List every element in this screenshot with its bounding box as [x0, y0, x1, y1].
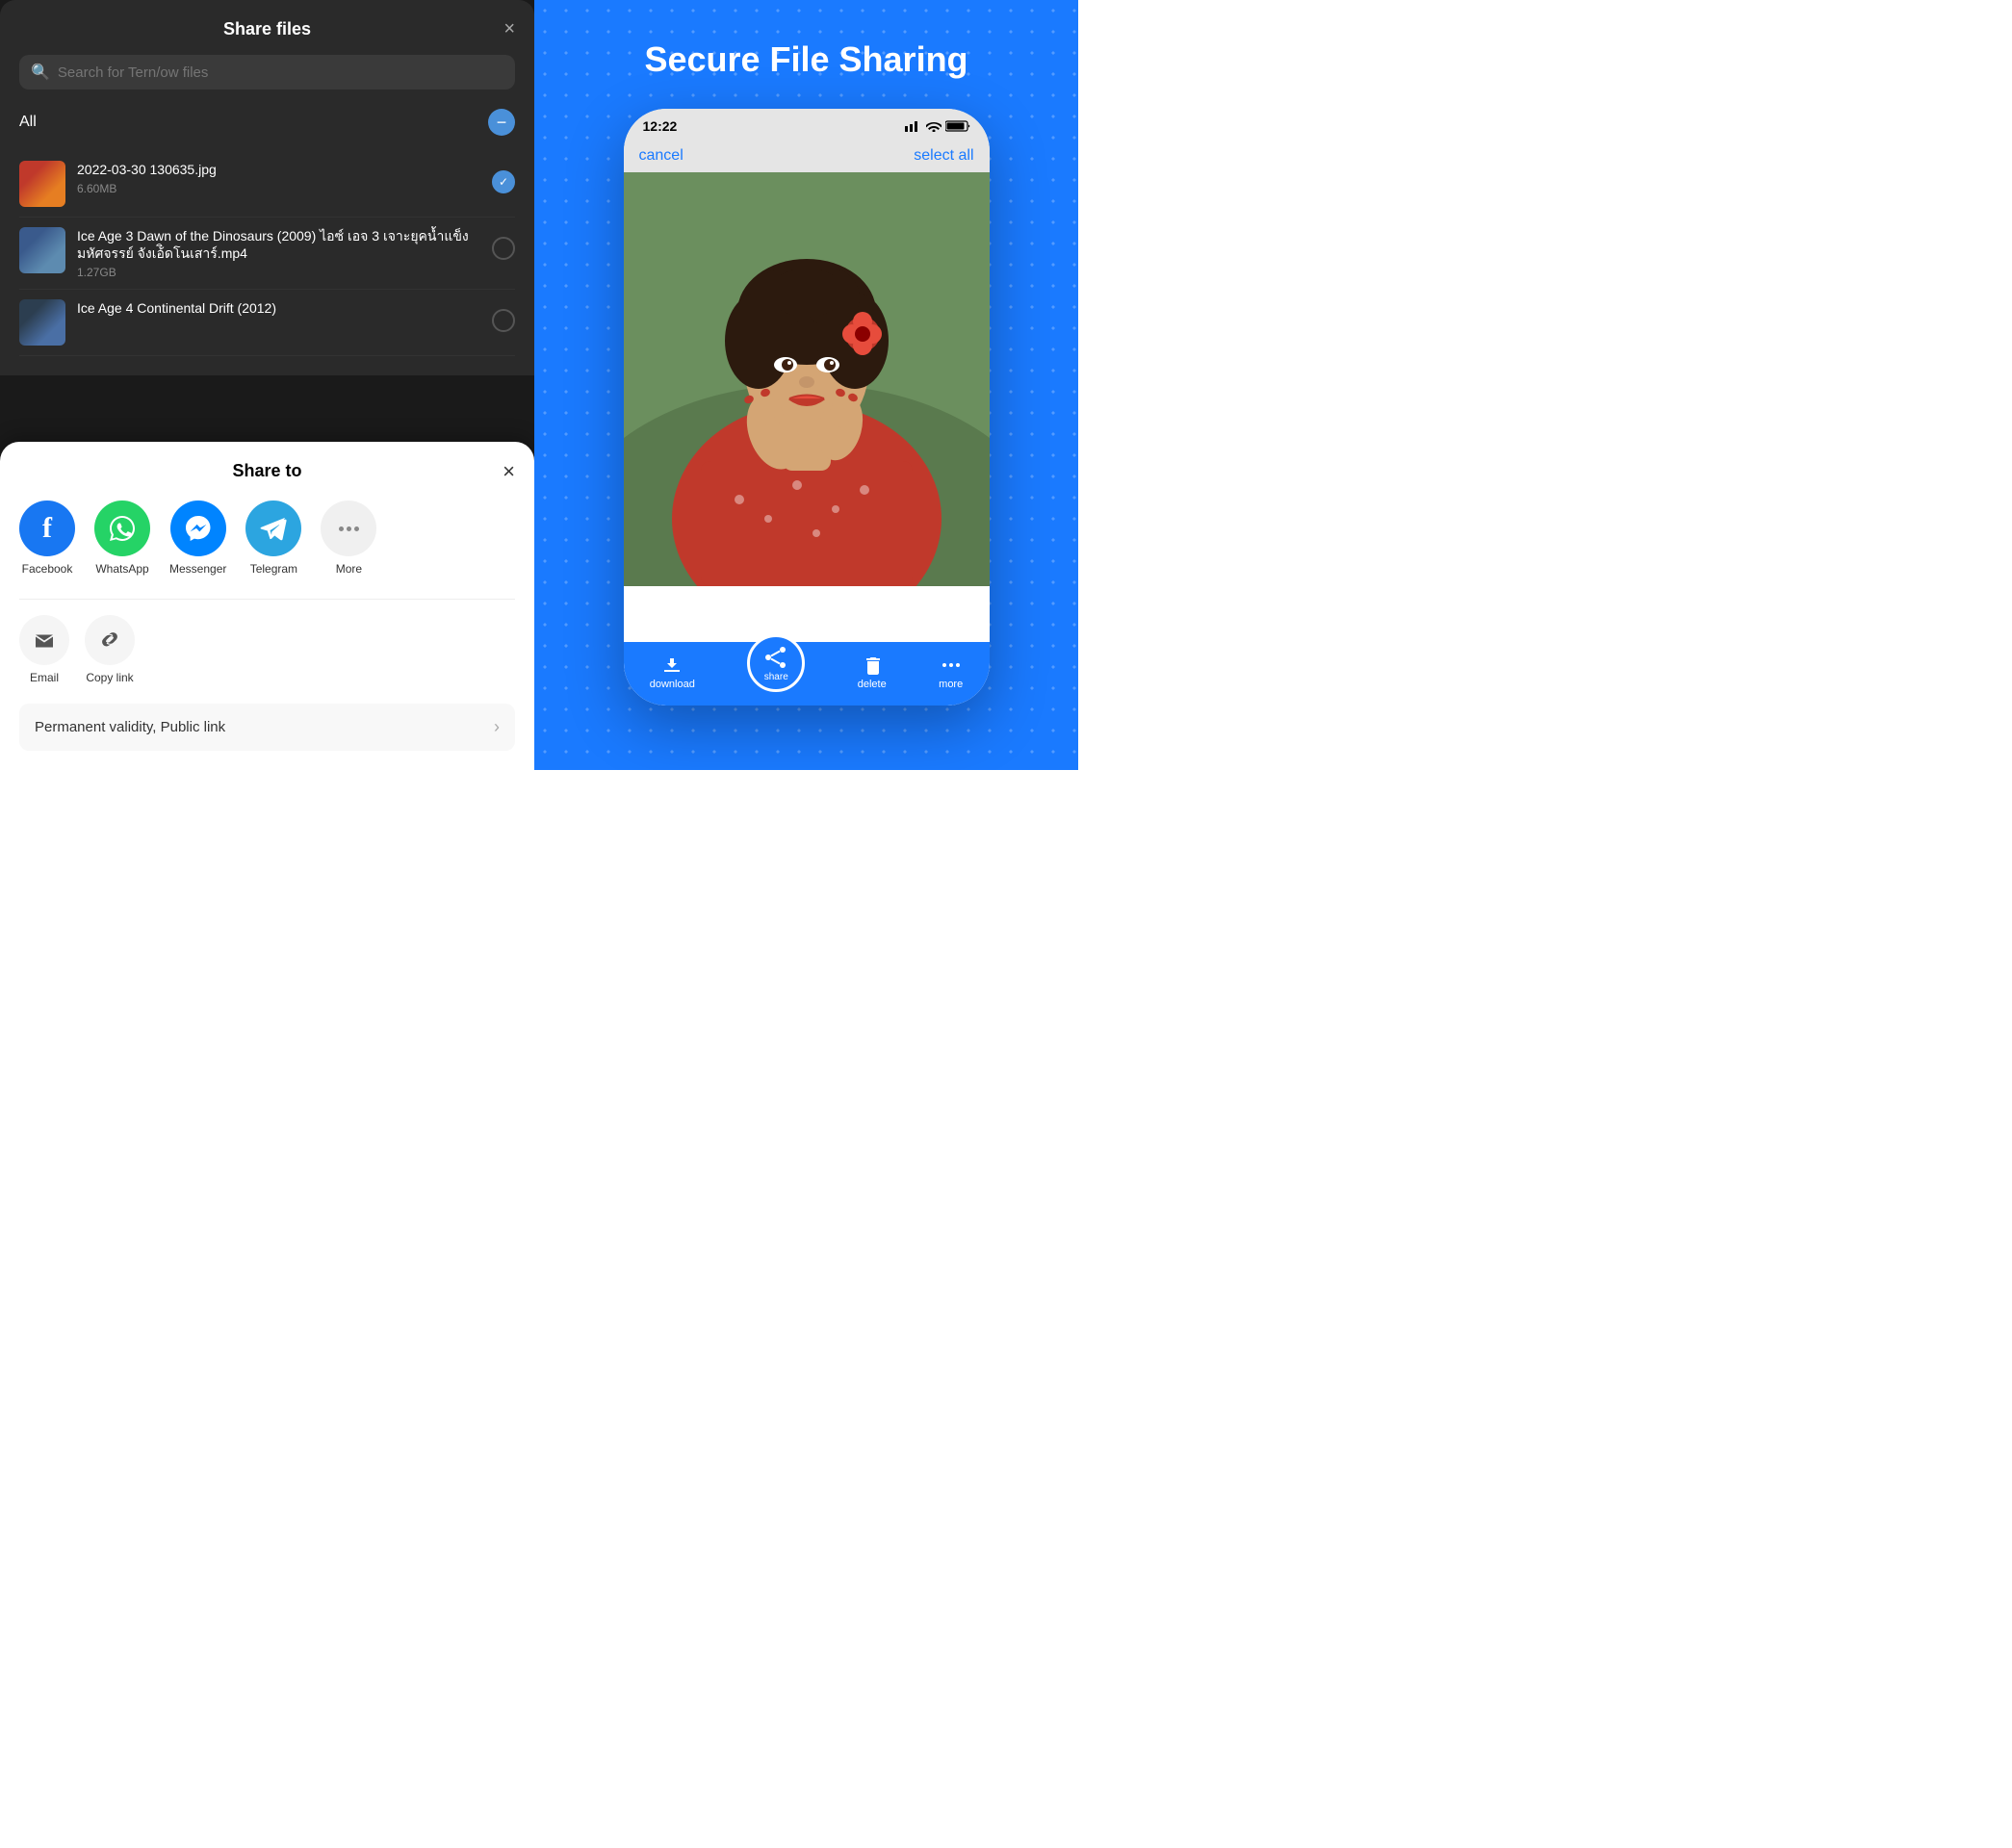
delete-icon [862, 654, 883, 676]
chevron-right-icon: › [494, 717, 500, 737]
permanent-link-row[interactable]: Permanent validity, Public link › [19, 704, 515, 751]
file-size-1: 6.60MB [77, 182, 484, 195]
dialog-header: Share files × [19, 19, 515, 39]
deselect-all-button[interactable]: − [488, 109, 515, 136]
share-to-sheet: Share to × f Facebook WhatsApp [0, 442, 534, 770]
share-fab-icon [763, 645, 788, 670]
permanent-link-text: Permanent validity, Public link [35, 719, 225, 735]
phone-status-bar: 12:22 [624, 109, 990, 140]
share-fab-button[interactable]: share [747, 634, 805, 692]
whatsapp-icon [94, 500, 150, 556]
file-info-2: Ice Age 3 Dawn of the Dinosaurs (2009) ไ… [77, 227, 484, 279]
wifi-icon [926, 120, 942, 132]
email-label: Email [30, 671, 59, 684]
share-files-dialog: Share files × 🔍 All − 2022-03-30 130635.… [0, 0, 534, 375]
file-thumbnail-1 [19, 161, 65, 207]
delete-label: delete [858, 679, 887, 690]
share-files-close-button[interactable]: × [503, 18, 515, 40]
file-item-2[interactable]: Ice Age 3 Dawn of the Dinosaurs (2009) ไ… [19, 218, 515, 290]
more-label: More [336, 562, 362, 576]
share-app-telegram[interactable]: Telegram [245, 500, 301, 576]
status-icons [905, 120, 970, 132]
file-thumbnail-3 [19, 299, 65, 346]
all-section: All − [19, 109, 515, 136]
more-label: more [939, 679, 963, 690]
share-app-facebook[interactable]: f Facebook [19, 500, 75, 576]
search-input[interactable] [58, 64, 503, 81]
share-to-close-button[interactable]: × [503, 459, 515, 484]
email-action[interactable]: Email [19, 615, 69, 684]
download-action[interactable]: download [650, 654, 695, 690]
file-name-2: Ice Age 3 Dawn of the Dinosaurs (2009) ไ… [77, 227, 484, 262]
file-name-1: 2022-03-30 130635.jpg [77, 161, 484, 178]
dot-3 [354, 526, 359, 531]
share-apps-row: f Facebook WhatsApp [19, 500, 515, 576]
file-thumbnail-2 [19, 227, 65, 273]
portrait-image [624, 172, 990, 586]
messenger-icon [170, 500, 226, 556]
copylink-action[interactable]: Copy link [85, 615, 135, 684]
telegram-label: Telegram [250, 562, 297, 576]
signal-icon [905, 120, 922, 132]
hero-title: Secure File Sharing [644, 38, 967, 80]
messenger-label: Messenger [169, 562, 226, 576]
file-checkbox-2[interactable] [492, 237, 515, 260]
copylink-label: Copy link [86, 671, 133, 684]
phone-select-all-button[interactable]: select all [914, 147, 973, 165]
phone-mockup: 12:22 cancel select all [624, 109, 990, 706]
divider-1 [19, 599, 515, 600]
file-size-2: 1.27GB [77, 266, 484, 279]
share-app-messenger[interactable]: Messenger [169, 500, 226, 576]
more-icon [321, 500, 376, 556]
share-actions-row: Email Copy link [19, 615, 515, 684]
phone-bottom-bar: download share delete [624, 642, 990, 706]
share-app-whatsapp[interactable]: WhatsApp [94, 500, 150, 576]
file-item-3[interactable]: Ice Age 4 Continental Drift (2012) [19, 290, 515, 356]
share-to-title: Share to [232, 461, 301, 481]
phone-toolbar: cancel select all [624, 140, 990, 172]
search-icon: 🔍 [31, 63, 50, 82]
whatsapp-label: WhatsApp [95, 562, 148, 576]
status-time: 12:22 [643, 118, 678, 134]
facebook-icon: f [19, 500, 75, 556]
share-app-more[interactable]: More [321, 500, 376, 576]
share-files-title: Share files [223, 19, 311, 39]
dot-1 [339, 526, 344, 531]
more-icon [941, 654, 962, 676]
more-action[interactable]: more [939, 654, 963, 690]
share-fab-label: share [764, 672, 788, 682]
file-item[interactable]: 2022-03-30 130635.jpg 6.60MB ✓ [19, 151, 515, 218]
delete-action[interactable]: delete [858, 654, 887, 690]
dot-2 [347, 526, 351, 531]
phone-image-area [624, 172, 990, 586]
search-bar: 🔍 [19, 55, 515, 90]
left-panel: Share files × 🔍 All − 2022-03-30 130635.… [0, 0, 534, 770]
file-checkbox-1[interactable]: ✓ [492, 170, 515, 193]
email-icon [19, 615, 69, 665]
battery-icon [945, 120, 970, 132]
all-label: All [19, 114, 37, 131]
facebook-label: Facebook [22, 562, 73, 576]
file-name-3: Ice Age 4 Continental Drift (2012) [77, 299, 484, 317]
telegram-icon [245, 500, 301, 556]
download-label: download [650, 679, 695, 690]
file-info-3: Ice Age 4 Continental Drift (2012) [77, 299, 484, 321]
file-checkbox-3[interactable] [492, 309, 515, 332]
download-icon [661, 654, 683, 676]
sheet-header: Share to × [19, 461, 515, 481]
phone-cancel-button[interactable]: cancel [639, 147, 684, 165]
right-panel: Secure File Sharing 12:22 [534, 0, 1078, 770]
file-info-1: 2022-03-30 130635.jpg 6.60MB [77, 161, 484, 195]
copylink-icon [85, 615, 135, 665]
